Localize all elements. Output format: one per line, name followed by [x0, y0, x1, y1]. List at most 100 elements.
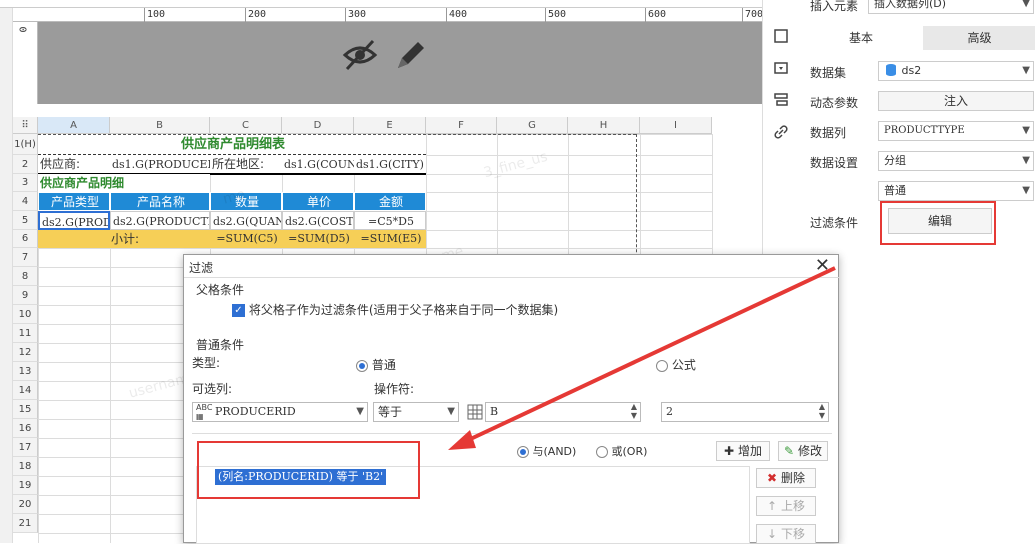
arrow-down-icon: ↓ [767, 527, 778, 541]
toolbar-top [0, 0, 762, 8]
column-header[interactable]: B [110, 117, 210, 134]
city-value-cell[interactable]: ds1.G(CITY) [354, 155, 426, 174]
column-header[interactable]: E [354, 117, 426, 134]
page-break-hline [38, 134, 636, 135]
vertical-ruler: 0 [13, 22, 38, 104]
move-up-button[interactable]: ↑ 上移 [756, 496, 816, 516]
row-header[interactable]: 19 [13, 476, 38, 495]
row-header[interactable]: 14 [13, 381, 38, 400]
operator-value: 等于 [378, 405, 403, 419]
delete-button-label: 删除 [780, 471, 805, 485]
check-icon[interactable]: ✓ [232, 304, 245, 317]
ruler-mark: 300 [345, 8, 366, 22]
column-select[interactable]: ABC ▦ PRODUCERID ▼ [192, 402, 368, 422]
table-header-cell[interactable]: 单价 [282, 192, 354, 211]
layout-icon[interactable] [773, 92, 789, 108]
region-label[interactable]: 所在地区: [210, 155, 282, 174]
annotation-arrow [448, 266, 836, 450]
ruler-mark: 200 [245, 8, 266, 22]
subtotal-cell[interactable]: =SUM(C5) [210, 230, 282, 248]
row-header[interactable]: 8 [13, 267, 38, 286]
section-title[interactable]: 供应商产品明细 [38, 174, 210, 192]
row-header[interactable]: 7 [13, 248, 38, 267]
supplier-value-cell[interactable]: ds1.G(PRODUCERID) [110, 155, 210, 174]
row-header[interactable]: 2 [13, 155, 38, 174]
ruler-mark: 500 [545, 8, 566, 22]
database-icon [886, 64, 896, 76]
column-header[interactable]: F [426, 117, 497, 134]
row-header[interactable]: 10 [13, 305, 38, 324]
data-column-select[interactable]: PRODUCTTYPE ▼ [878, 121, 1034, 141]
column-label: 可选列: [192, 382, 233, 396]
column-header[interactable]: C [210, 117, 282, 134]
row-header[interactable]: 5 [13, 211, 38, 230]
data-cell[interactable]: ds2.G(PRODU [38, 211, 110, 230]
column-header[interactable]: A [38, 117, 110, 134]
table-header-cell[interactable]: 产品类型 [38, 192, 110, 211]
horizontal-ruler: 100 200 300 400 500 600 700 [13, 8, 763, 22]
count-value-cell[interactable]: ds1.G(COUNT [282, 155, 354, 174]
row-header[interactable]: 15 [13, 400, 38, 419]
data-cell[interactable]: ds2.G(COST) [282, 211, 354, 230]
dataset-value: ds2 [901, 64, 922, 77]
column-header[interactable]: I [640, 117, 712, 134]
report-title[interactable]: 供应商产品明细表 [38, 134, 426, 155]
row-header[interactable]: 18 [13, 457, 38, 476]
row-header[interactable]: 13 [13, 362, 38, 381]
row-header[interactable]: 1(H) [13, 134, 38, 155]
left-edge-strip [0, 0, 13, 543]
row-header[interactable]: 3 [13, 174, 38, 192]
link-icon[interactable] [773, 124, 789, 140]
data-cell[interactable]: =C5*D5 [354, 211, 426, 230]
row-header[interactable]: 21 [13, 514, 38, 533]
grid-hline [38, 248, 712, 249]
data-setting-value: 分组 [884, 154, 906, 167]
data-cell[interactable]: ds2.G(PRODUCTNAME [110, 211, 210, 230]
insert-element-select[interactable]: 插入数据列(D) ▼ [868, 0, 1034, 14]
row-header[interactable]: 6 [13, 230, 38, 248]
row-header[interactable]: 20 [13, 495, 38, 514]
chevron-down-icon: ▼ [1022, 155, 1030, 166]
row-header[interactable]: 11 [13, 324, 38, 343]
table-header-cell[interactable]: 金额 [354, 192, 426, 211]
ruler-mark: 700 [742, 8, 763, 22]
row-header[interactable]: 16 [13, 419, 38, 438]
table-header-cell[interactable]: 产品名称 [110, 192, 210, 211]
pencil-icon[interactable] [394, 38, 428, 72]
type-label: 类型: [192, 356, 221, 370]
data-setting-select[interactable]: 分组 ▼ [878, 151, 1034, 171]
column-type-icon: ABC ▦ [196, 403, 213, 421]
column-header[interactable]: H [568, 117, 640, 134]
preview-area [38, 22, 762, 104]
row-header[interactable]: 4 [13, 192, 38, 211]
dataset-select[interactable]: ds2 ▼ [878, 61, 1034, 81]
filter-label: 过滤条件 [810, 216, 859, 230]
row-header[interactable]: 12 [13, 343, 38, 362]
row-header[interactable]: 17 [13, 438, 38, 457]
row-header[interactable]: 9 [13, 286, 38, 305]
subtotal-label[interactable]: 小计: [38, 230, 210, 248]
subtotal-cell[interactable]: =SUM(D5) [282, 230, 354, 248]
data-column-label: 数据列 [810, 126, 847, 140]
data-setting-value2: 普通 [884, 184, 906, 197]
square-icon[interactable] [773, 28, 789, 44]
tab-advanced[interactable]: 高级 [923, 26, 1035, 50]
dynamic-param-button[interactable]: 注入 [878, 91, 1034, 111]
tab-basic[interactable]: 基本 [799, 26, 923, 50]
supplier-label[interactable]: 供应商: [38, 155, 110, 174]
data-cell[interactable]: ds2.G(QUANT [210, 211, 282, 230]
chevron-down-icon: ▼ [1022, 185, 1030, 196]
column-header[interactable]: G [497, 117, 568, 134]
move-down-button[interactable]: ↓ 下移 [756, 524, 816, 544]
arrow-up-icon: ↑ [767, 499, 778, 513]
widget-icon[interactable] [773, 60, 789, 76]
watermark-text: 3_fine_us [482, 148, 550, 182]
data-setting-select2[interactable]: 普通 ▼ [878, 181, 1034, 201]
delete-button[interactable]: ✖ 删除 [756, 468, 816, 488]
type-normal-radio[interactable]: 普通 [356, 356, 396, 373]
column-header[interactable]: D [282, 117, 354, 134]
normal-section-title: 普通条件 [196, 338, 245, 352]
highlight-box-condition [197, 441, 420, 499]
eye-slash-icon[interactable] [342, 38, 378, 72]
subtotal-cell[interactable]: =SUM(E5) [354, 230, 426, 248]
